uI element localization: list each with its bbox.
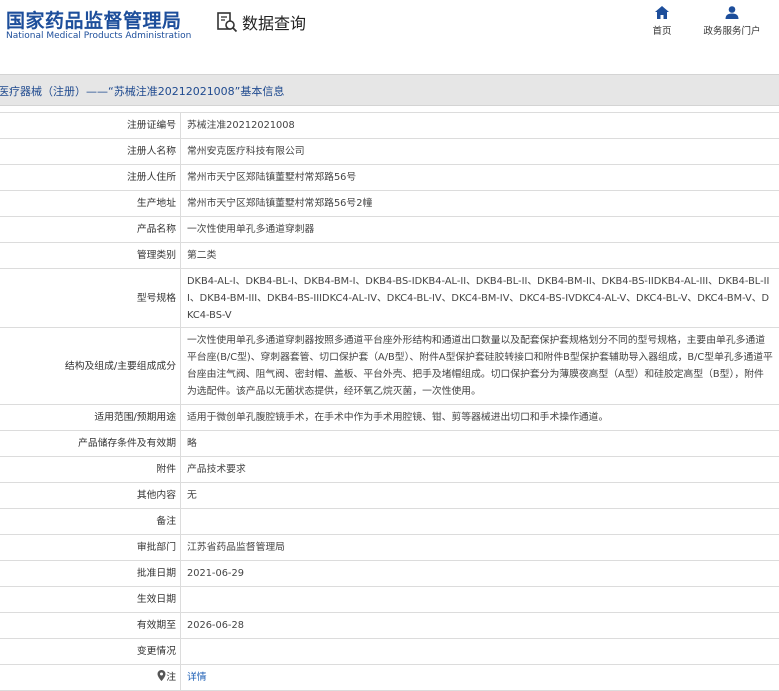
row-label: 审批部门 bbox=[0, 535, 181, 561]
table-row: 备注 bbox=[0, 509, 779, 535]
row-value: 常州市天宁区郑陆镇董墅村常郑路56号2幢 bbox=[181, 191, 779, 217]
row-value bbox=[181, 587, 779, 613]
row-label: 产品储存条件及有效期 bbox=[0, 431, 181, 457]
row-value: 2021-06-29 bbox=[181, 561, 779, 587]
row-label: 结构及组成/主要组成成分 bbox=[0, 328, 181, 405]
row-value: 第二类 bbox=[181, 243, 779, 269]
row-value: 略 bbox=[181, 431, 779, 457]
row-value: 一次性使用单孔多通道穿刺器 bbox=[181, 217, 779, 243]
row-label: 其他内容 bbox=[0, 483, 181, 509]
site-logo-subtitle: National Medical Products Administration bbox=[6, 31, 191, 41]
table-row: 注册人住所常州市天宁区郑陆镇董墅村常郑路56号 bbox=[0, 165, 779, 191]
table-row: 批准日期2021-06-29 bbox=[0, 561, 779, 587]
table-row: 注册人名称常州安克医疗科技有限公司 bbox=[0, 139, 779, 165]
nav-services-label: 政务服务门户 bbox=[703, 26, 760, 37]
row-label: 注册人住所 bbox=[0, 165, 181, 191]
breadcrumb-text: 医疗器械（注册）——“苏械注准20212021008”基本信息 bbox=[0, 83, 284, 99]
row-value: DKB4-AL-I、DKB4-BL-I、DKB4-BM-I、DKB4-BS-ID… bbox=[181, 269, 779, 328]
row-label: 产品名称 bbox=[0, 217, 181, 243]
row-label: 生产地址 bbox=[0, 191, 181, 217]
nav-home[interactable]: 首页 bbox=[648, 6, 676, 37]
table-row: 结构及组成/主要组成成分一次性使用单孔多通道穿刺器按照多通道平台座外形结构和通道… bbox=[0, 328, 779, 405]
row-label: 备注 bbox=[0, 509, 181, 535]
row-value: 产品技术要求 bbox=[181, 457, 779, 483]
site-logo-title[interactable]: 国家药品监督管理局 bbox=[6, 6, 182, 33]
user-icon bbox=[725, 6, 739, 19]
row-label: 管理类别 bbox=[0, 243, 181, 269]
note-value-cell: 详情 bbox=[181, 665, 779, 691]
row-value: 2026-06-28 bbox=[181, 613, 779, 639]
breadcrumb: 医疗器械（注册）——“苏械注准20212021008”基本信息 bbox=[0, 74, 779, 106]
row-value: 常州市天宁区郑陆镇董墅村常郑路56号 bbox=[181, 165, 779, 191]
row-value: 无 bbox=[181, 483, 779, 509]
table-row: 审批部门江苏省药品监督管理局 bbox=[0, 535, 779, 561]
row-label: 生效日期 bbox=[0, 587, 181, 613]
table-row: 产品名称一次性使用单孔多通道穿刺器 bbox=[0, 217, 779, 243]
nav-home-label: 首页 bbox=[652, 26, 671, 37]
document-search-icon bbox=[216, 11, 238, 33]
home-icon bbox=[655, 6, 669, 19]
row-label: 批准日期 bbox=[0, 561, 181, 587]
note-label-cell: 注 bbox=[0, 665, 181, 691]
table-row: 产品储存条件及有效期略 bbox=[0, 431, 779, 457]
row-label: 附件 bbox=[0, 457, 181, 483]
registration-info-table: 注册证编号苏械注准20212021008注册人名称常州安克医疗科技有限公司注册人… bbox=[0, 112, 779, 691]
table-row: 型号规格DKB4-AL-I、DKB4-BL-I、DKB4-BM-I、DKB4-B… bbox=[0, 269, 779, 328]
row-value: 适用于微创单孔腹腔镜手术，在手术中作为手术用腔镜、钳、剪等器械进出切口和手术操作… bbox=[181, 405, 779, 431]
data-query-title: 数据查询 bbox=[242, 10, 306, 34]
note-label: 注 bbox=[166, 672, 176, 683]
row-label: 有效期至 bbox=[0, 613, 181, 639]
table-row: 有效期至2026-06-28 bbox=[0, 613, 779, 639]
table-row: 管理类别第二类 bbox=[0, 243, 779, 269]
table-row: 生产地址常州市天宁区郑陆镇董墅村常郑路56号2幢 bbox=[0, 191, 779, 217]
row-value: 江苏省药品监督管理局 bbox=[181, 535, 779, 561]
row-value: 一次性使用单孔多通道穿刺器按照多通道平台座外形结构和通道出口数量以及配套保护套规… bbox=[181, 328, 779, 405]
table-row: 生效日期 bbox=[0, 587, 779, 613]
row-label: 适用范围/预期用途 bbox=[0, 405, 181, 431]
row-value: 苏械注准20212021008 bbox=[181, 113, 779, 139]
row-value bbox=[181, 509, 779, 535]
table-row-note: 注详情 bbox=[0, 665, 779, 691]
details-link[interactable]: 详情 bbox=[187, 672, 207, 683]
table-row: 适用范围/预期用途适用于微创单孔腹腔镜手术，在手术中作为手术用腔镜、钳、剪等器械… bbox=[0, 405, 779, 431]
row-label: 注册证编号 bbox=[0, 113, 181, 139]
row-label: 型号规格 bbox=[0, 269, 181, 328]
site-header: 国家药品监督管理局 National Medical Products Admi… bbox=[0, 0, 779, 62]
table-row: 注册证编号苏械注准20212021008 bbox=[0, 113, 779, 139]
row-value: 常州安克医疗科技有限公司 bbox=[181, 139, 779, 165]
nav-services-portal[interactable]: 政务服务门户 bbox=[700, 6, 764, 37]
data-query-section[interactable]: 数据查询 bbox=[216, 10, 306, 34]
table-row: 其他内容无 bbox=[0, 483, 779, 509]
location-pin-icon bbox=[157, 670, 166, 681]
table-row: 附件产品技术要求 bbox=[0, 457, 779, 483]
row-label: 注册人名称 bbox=[0, 139, 181, 165]
